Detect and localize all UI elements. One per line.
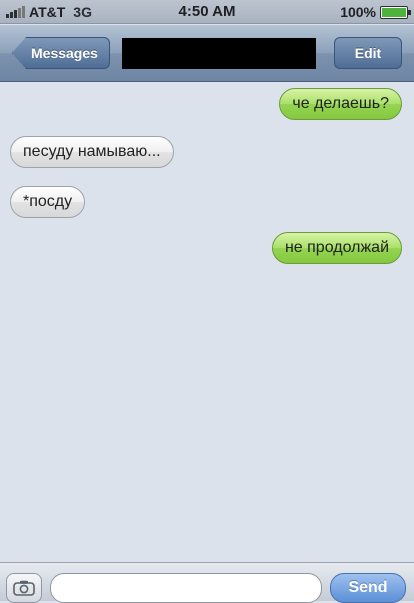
message-text-field[interactable] xyxy=(50,573,322,603)
battery-indicator: 100% xyxy=(340,4,411,20)
message-bubble-incoming: *посду xyxy=(10,186,86,218)
message-bubble-outgoing: че делаешь? xyxy=(279,88,402,120)
battery-percent: 100% xyxy=(340,4,376,20)
message-bubble-outgoing: не продолжай xyxy=(271,232,402,264)
back-to-messages-button[interactable]: Messages xyxy=(12,37,110,69)
message-bubble-incoming: песуду намываю... xyxy=(10,136,174,168)
status-bar: AT&T 3G 4:50 AM 100% xyxy=(0,0,414,24)
battery-fill xyxy=(382,7,406,17)
edit-button[interactable]: Edit xyxy=(334,37,402,69)
navigation-bar: Messages Edit xyxy=(0,25,414,82)
battery-icon xyxy=(380,5,411,19)
redacted-contact-title xyxy=(122,38,316,69)
send-button[interactable]: Send xyxy=(330,573,406,603)
message-thread[interactable]: че делаешь? песуду намываю... *посду не … xyxy=(0,82,414,562)
camera-button[interactable] xyxy=(6,573,42,603)
camera-icon xyxy=(13,580,35,596)
message-input-bar: Send xyxy=(0,562,414,603)
